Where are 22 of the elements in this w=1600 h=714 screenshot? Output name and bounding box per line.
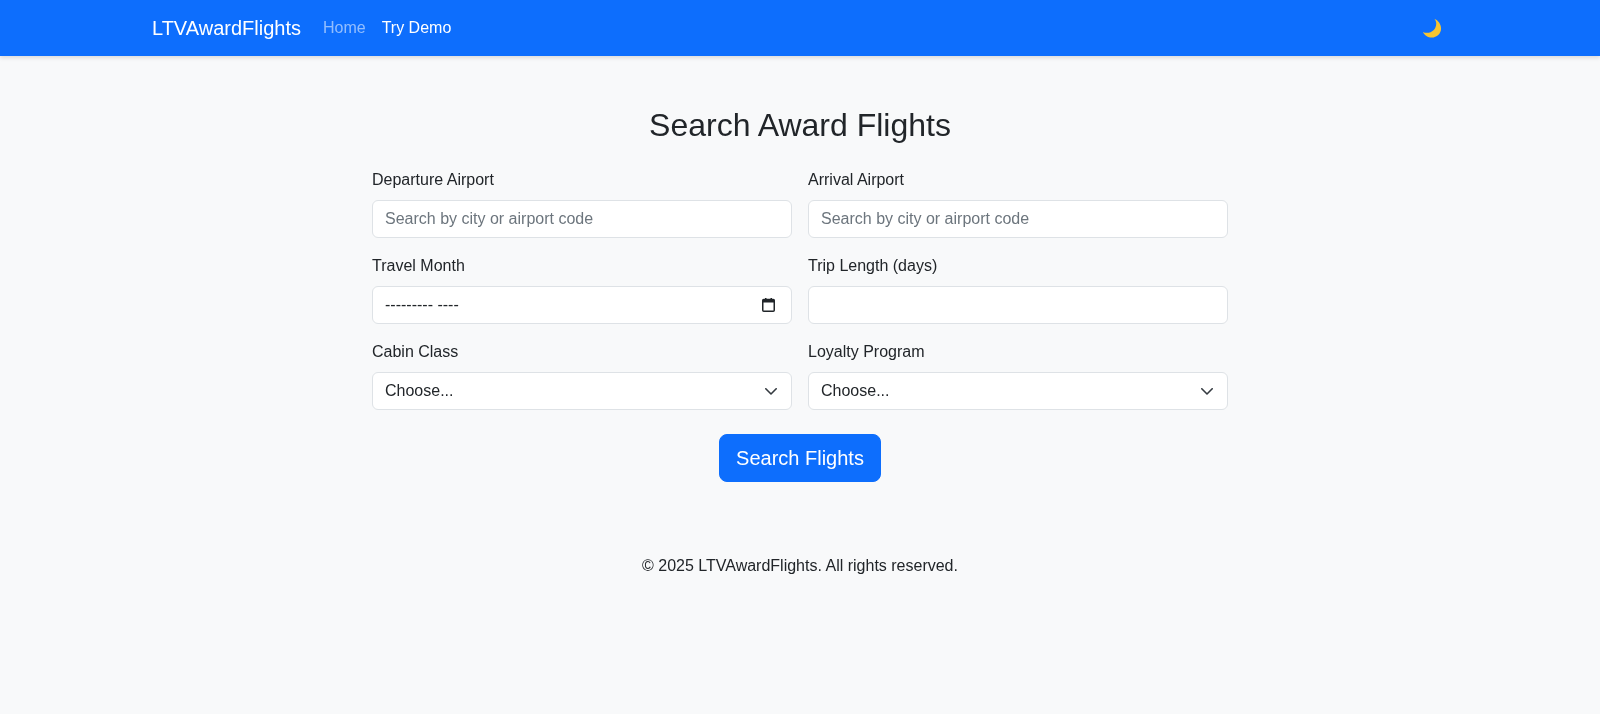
text-input[interactable]: Search by city or airport code (808, 200, 1228, 239)
chevron-down-icon (1201, 387, 1213, 395)
page-title: Search Award Flights (649, 106, 951, 145)
field-label: Trip Length (days) (808, 256, 938, 277)
footer-text: © 2025 LTVAwardFlights. All rights reserved. (642, 556, 958, 577)
field-label: Travel Month (372, 256, 465, 277)
nav-link[interactable]: Home (314, 8, 374, 48)
field-label: Loyalty Program (808, 342, 925, 363)
number-input[interactable] (808, 286, 1228, 325)
field-label: Cabin Class (372, 342, 459, 363)
text-input[interactable]: Search by city or airport code (372, 200, 792, 239)
field-label: Arrival Airport (808, 170, 905, 191)
brand-link[interactable]: LTVAwardFlights (152, 13, 301, 43)
nav-link[interactable]: Try Demo (373, 8, 460, 48)
select-dropdown[interactable]: Choose... (372, 372, 792, 411)
field-label: Departure Airport (372, 170, 494, 191)
chevron-down-icon (765, 387, 777, 395)
month-input[interactable]: --------- ---- (372, 286, 792, 325)
search-button[interactable]: Search Flights (719, 434, 881, 483)
moon-icon[interactable] (1422, 18, 1442, 38)
calendar-icon (762, 298, 775, 313)
select-dropdown[interactable]: Choose... (808, 372, 1228, 411)
